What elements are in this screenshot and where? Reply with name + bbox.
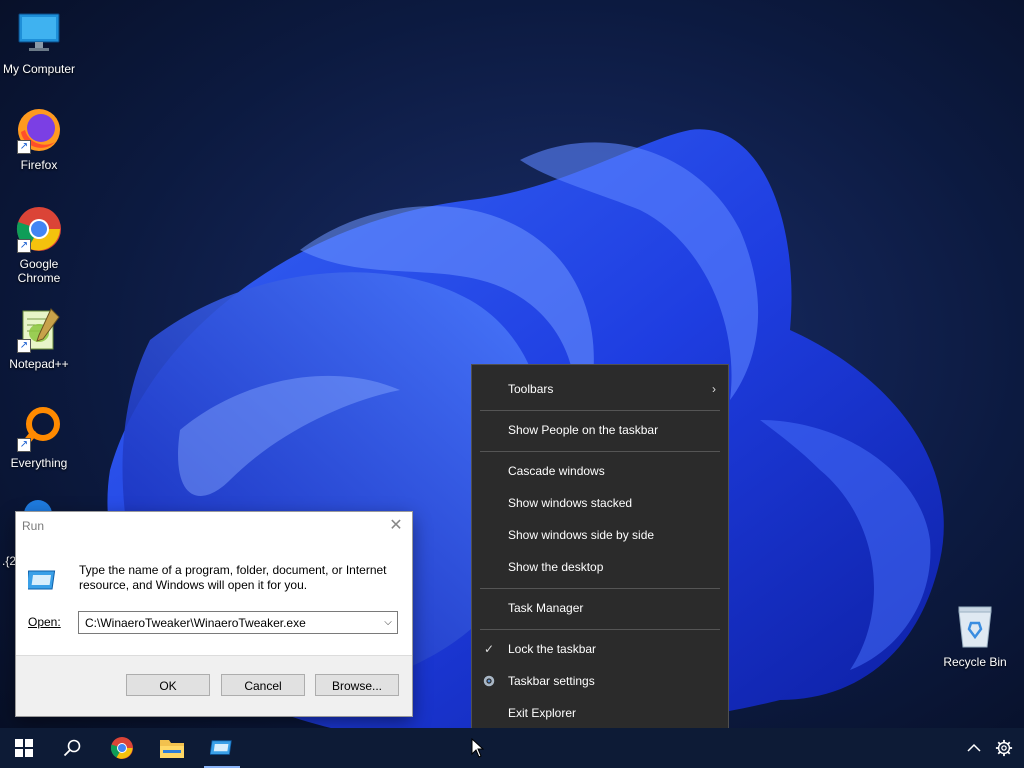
menu-separator — [480, 451, 720, 452]
start-button[interactable] — [0, 728, 48, 768]
menu-item-show-windows-side-by-side[interactable]: Show windows side by side — [472, 521, 728, 549]
desktop-icon-label: Notepad++ — [9, 357, 69, 371]
menu-item-label: Lock the taskbar — [508, 642, 597, 656]
menu-item-label: Show People on the taskbar — [508, 423, 659, 437]
menu-item-exit-explorer[interactable]: Exit Explorer — [472, 699, 728, 727]
open-input[interactable]: C:\WinaeroTweaker\WinaeroTweaker.exe — [79, 616, 379, 630]
chevron-up-icon — [967, 743, 981, 752]
menu-item-label: Toolbars — [508, 382, 554, 396]
chevron-right-icon: › — [712, 382, 716, 396]
run-app-icon — [210, 740, 232, 755]
desktop-icon-label: My Computer — [2, 62, 76, 76]
desktop-icon-notepad-plus-plus[interactable]: ↗ Notepad++ — [1, 305, 77, 371]
taskbar-run[interactable] — [198, 728, 246, 768]
run-app-icon — [25, 568, 58, 592]
gear-icon — [995, 739, 1013, 757]
menu-item-taskbar-settings[interactable]: Taskbar settings — [472, 667, 728, 695]
desktop-icon-my-computer[interactable]: My Computer — [1, 10, 77, 76]
notepad-plus-plus-icon: ↗ — [15, 305, 63, 353]
monitor-icon — [15, 10, 63, 58]
run-dialog-message: Type the name of a program, folder, docu… — [79, 563, 387, 592]
menu-item-show-the-desktop[interactable]: Show the desktop — [472, 553, 728, 581]
desktop-icon-everything[interactable]: ↗ Everything — [1, 404, 77, 470]
browse-button[interactable]: Browse... — [315, 674, 399, 696]
taskbar — [0, 728, 1024, 768]
checkmark-icon: ✓ — [484, 642, 495, 656]
menu-separator — [480, 629, 720, 630]
menu-item-lock-the-taskbar[interactable]: ✓ Lock the taskbar — [472, 635, 728, 663]
ok-button[interactable]: OK — [126, 674, 210, 696]
menu-item-show-windows-stacked[interactable]: Show windows stacked — [472, 489, 728, 517]
taskbar-file-explorer[interactable] — [148, 728, 196, 768]
shortcut-arrow-icon: ↗ — [17, 239, 31, 253]
chrome-icon — [110, 737, 133, 759]
desktop-icon-label: Firefox — [20, 158, 58, 172]
menu-item-toolbars[interactable]: Toolbars › — [472, 375, 728, 403]
menu-item-task-manager[interactable]: Task Manager — [472, 594, 728, 622]
everything-search-icon: ↗ — [15, 404, 63, 452]
menu-item-label: Task Manager — [508, 601, 584, 615]
taskbar-context-menu: Toolbars › Show People on the taskbar Ca… — [471, 364, 729, 737]
menu-separator — [480, 588, 720, 589]
chevron-down-icon[interactable]: ⌵ — [379, 617, 397, 628]
search-button[interactable] — [48, 728, 96, 768]
desktop-icon-google-chrome[interactable]: ↗ Google Chrome — [1, 205, 77, 285]
menu-item-cascade-windows[interactable]: Cascade windows — [472, 457, 728, 485]
settings-tray-button[interactable] — [984, 728, 1024, 768]
desktop-icon-label: Recycle Bin — [943, 655, 1007, 669]
folder-icon — [160, 740, 184, 758]
shortcut-arrow-icon: ↗ — [17, 339, 31, 353]
windows-logo-icon — [15, 739, 33, 757]
taskbar-chrome[interactable] — [98, 728, 146, 768]
shortcut-arrow-icon: ↗ — [17, 438, 31, 452]
run-dialog-titlebar[interactable]: Run ✕ — [16, 512, 412, 540]
menu-item-label: Cascade windows — [508, 464, 605, 478]
open-combobox[interactable]: C:\WinaeroTweaker\WinaeroTweaker.exe ⌵ — [78, 611, 398, 634]
menu-separator — [480, 410, 720, 411]
close-icon[interactable]: ✕ — [386, 516, 406, 536]
recycle-bin-icon — [951, 603, 999, 651]
menu-item-label: Taskbar settings — [508, 674, 595, 688]
menu-item-label: Show windows side by side — [508, 528, 655, 542]
desktop-icon-recycle-bin[interactable]: Recycle Bin — [937, 603, 1013, 669]
mouse-cursor-icon — [471, 738, 485, 758]
run-dialog: Run ✕ Type the name of a program, folder… — [16, 512, 412, 716]
cancel-button[interactable]: Cancel — [221, 674, 305, 696]
firefox-icon: ↗ — [15, 106, 63, 154]
partial-icon-label: .{2 — [2, 554, 17, 568]
desktop-icon-label: Google Chrome — [17, 257, 61, 285]
shortcut-arrow-icon: ↗ — [17, 140, 31, 154]
chrome-icon: ↗ — [15, 205, 63, 253]
open-label: Open: — [28, 615, 61, 629]
run-dialog-title: Run — [22, 519, 45, 533]
search-icon — [63, 739, 81, 757]
menu-item-label: Show windows stacked — [508, 496, 633, 510]
run-dialog-body: Type the name of a program, folder, docu… — [16, 540, 412, 656]
menu-item-label: Show the desktop — [508, 560, 604, 574]
open-label-text: Open: — [28, 615, 61, 629]
desktop-icon-firefox[interactable]: ↗ Firefox — [1, 106, 77, 172]
menu-item-show-people[interactable]: Show People on the taskbar — [472, 416, 728, 444]
gear-icon — [483, 675, 495, 687]
menu-item-label: Exit Explorer — [508, 706, 577, 720]
desktop-icon-label: Everything — [10, 456, 68, 470]
